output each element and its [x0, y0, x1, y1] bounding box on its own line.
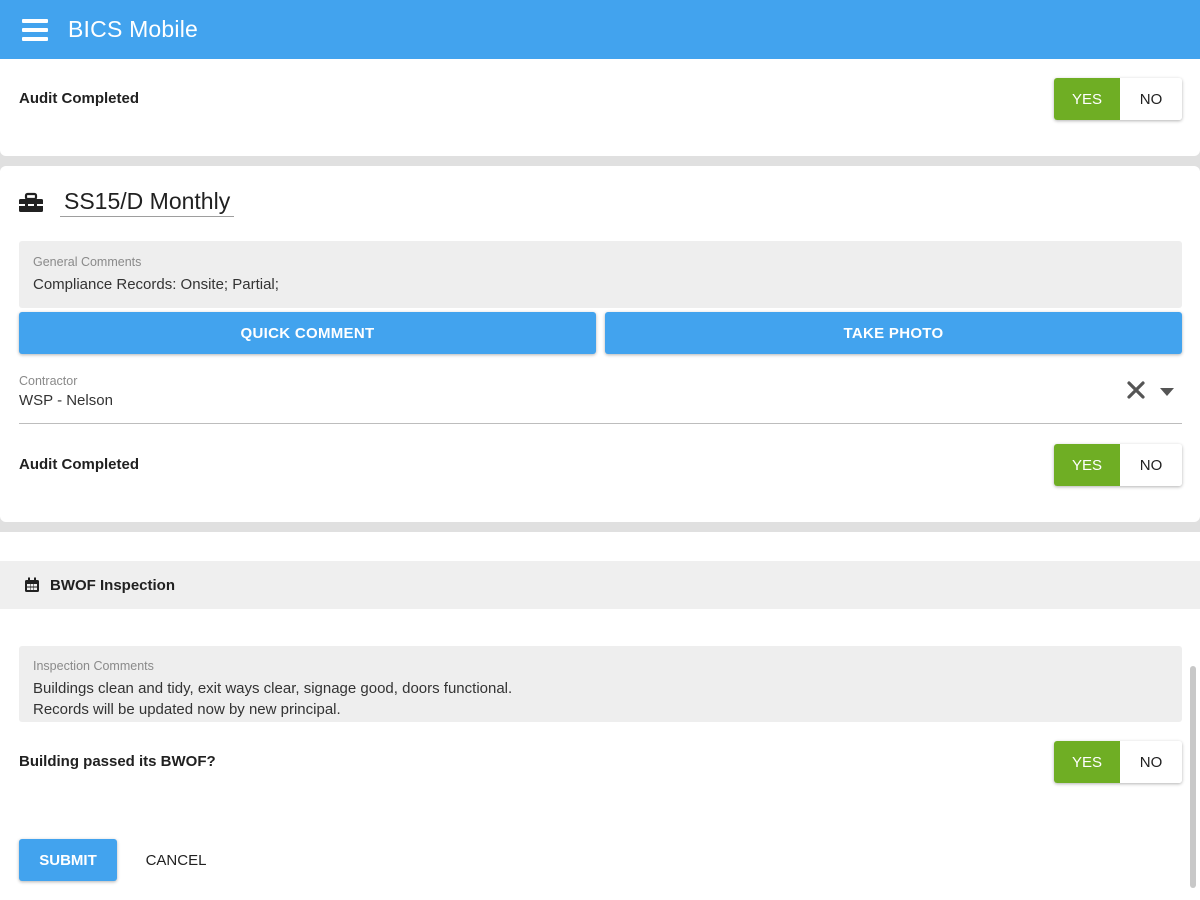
bwof-header-text: BWOF Inspection — [50, 576, 175, 594]
inspection-comments-line-2: Records will be updated now by new princ… — [33, 701, 341, 718]
close-icon[interactable] — [1124, 378, 1148, 402]
general-comments-field[interactable]: General Comments Compliance Records: Ons… — [19, 241, 1182, 308]
app-title: BICS Mobile — [68, 16, 199, 42]
general-comments-value: Compliance Records: Onsite; Partial; — [33, 276, 279, 293]
toolbox-icon — [19, 192, 43, 212]
bwof-no-button[interactable]: NO — [1120, 741, 1182, 783]
inspection-comments-label: Inspection Comments — [33, 659, 154, 673]
inspection-comments-field[interactable]: Inspection Comments Buildings clean and … — [19, 646, 1182, 722]
audit-completed-toggle: YES NO — [1054, 78, 1182, 120]
contractor-value: WSP - Nelson — [19, 392, 113, 409]
section-title: SS15/D Monthly — [18, 188, 235, 217]
take-photo-button[interactable]: TAKE PHOTO — [605, 312, 1182, 354]
bwof-passed-label: Building passed its BWOF? — [19, 753, 216, 770]
scrollbar[interactable] — [1190, 666, 1196, 888]
cancel-button[interactable]: CANCEL — [128, 839, 224, 881]
inspection-comments-line-1: Buildings clean and tidy, exit ways clea… — [33, 680, 513, 697]
general-comments-label: General Comments — [33, 255, 142, 269]
audit-completed-toggle-2: YES NO — [1054, 444, 1182, 486]
top-audit-card: Audit Completed YES NO — [0, 59, 1200, 156]
bwof-passed-toggle: YES NO — [1054, 741, 1182, 783]
audit-completed-label: Audit Completed — [19, 90, 139, 107]
audit-completed-label-2: Audit Completed — [19, 456, 139, 473]
contractor-label: Contractor — [19, 374, 78, 388]
audit-yes-button[interactable]: YES — [1054, 78, 1120, 120]
app-bar: BICS Mobile — [0, 0, 1200, 59]
calendar-icon — [25, 577, 39, 592]
contractor-select[interactable]: Contractor WSP - Nelson — [19, 370, 1182, 424]
caret-down-icon[interactable] — [1160, 388, 1174, 396]
quick-comment-button[interactable]: QUICK COMMENT — [19, 312, 596, 354]
submit-button[interactable]: SUBMIT — [19, 839, 117, 881]
audit-yes-button-2[interactable]: YES — [1054, 444, 1120, 486]
audit-no-button-2[interactable]: NO — [1120, 444, 1182, 486]
audit-no-button[interactable]: NO — [1120, 78, 1182, 120]
bwof-header: BWOF Inspection — [0, 561, 1200, 609]
hamburger-menu-icon[interactable] — [22, 18, 48, 41]
bwof-yes-button[interactable]: YES — [1054, 741, 1120, 783]
section-title-text: SS15/D Monthly — [60, 188, 235, 217]
